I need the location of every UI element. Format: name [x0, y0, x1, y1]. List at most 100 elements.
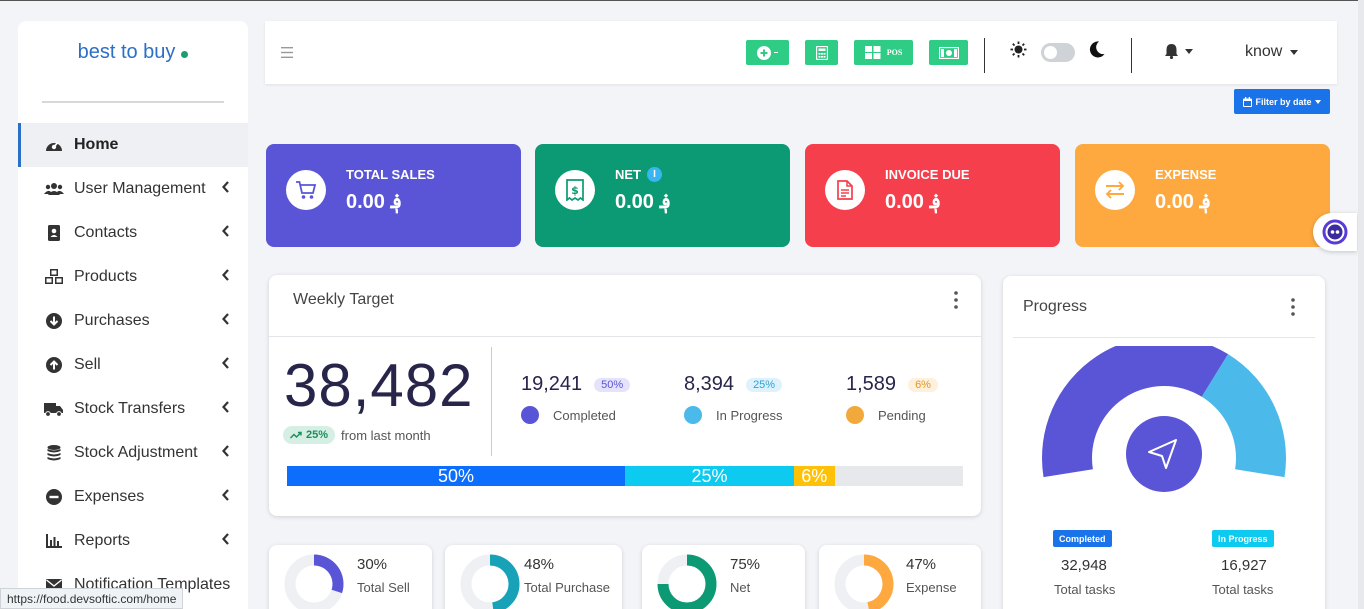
donut-arc [489, 554, 520, 609]
donut-net [657, 554, 717, 609]
gauge-center [1126, 416, 1202, 492]
sidebar-item-label: Stock Adjustment [74, 444, 198, 461]
caret-down-icon [1290, 49, 1299, 55]
stat-card-net[interactable]: $ NET i 0.00 ؋ [535, 144, 790, 247]
weekly-target-card: Weekly Target 38,482 25% from last month… [269, 275, 981, 516]
stat-value: 0.00 ؋ [615, 191, 672, 213]
dropdown-indicator [774, 52, 778, 53]
dashboard-icon [44, 135, 64, 155]
trending-up-icon [290, 431, 302, 439]
brand[interactable]: best to buy [18, 21, 248, 83]
sidebar-item-label: Expenses [74, 488, 145, 505]
mini-card-total-sell: 30% Total Sell [269, 545, 432, 609]
trend-row: 25% from last month [283, 426, 431, 444]
money-bill-icon [938, 46, 959, 59]
trend-value: 25% [306, 429, 329, 441]
window-top-edge [0, 0, 1364, 1]
sidebar-item-label: Purchases [74, 312, 150, 329]
users-icon [44, 179, 64, 199]
cash-register-button[interactable] [929, 40, 968, 65]
stat-label: EXPENSE [1155, 167, 1217, 182]
mini-pct: 47% [906, 556, 937, 573]
sidebar-item-user-management[interactable]: User Management [18, 167, 248, 211]
legend-dot [846, 406, 864, 424]
sidebar-item-home[interactable]: Home [18, 123, 248, 167]
stat-value: 0.00 ؋ [1155, 191, 1212, 213]
sidebar-item-expenses[interactable]: Expenses [18, 475, 248, 519]
sidebar-item-sell[interactable]: Sell [18, 343, 248, 387]
stat-label: INVOICE DUE [885, 167, 970, 182]
caret-down-icon [1185, 48, 1193, 54]
filter-by-date-button[interactable]: Filter by date [1234, 89, 1330, 114]
theme-toggle[interactable] [1041, 43, 1075, 62]
in-progress-badge: In Progress [1212, 530, 1274, 547]
user-menu[interactable]: know [1245, 43, 1299, 61]
chevron-left-icon [222, 313, 229, 325]
stat-card-total-sales[interactable]: TOTAL SALES 0.00 ؋ [266, 144, 521, 247]
brand-status-dot [181, 50, 189, 58]
pos-button[interactable]: POS [854, 40, 913, 65]
stat-label-row: NET i [615, 167, 662, 182]
completed-badge: Completed [1053, 530, 1112, 547]
add-dropdown-button[interactable] [746, 40, 789, 65]
sidebar-item-label: Home [74, 136, 119, 153]
chevron-left-icon [222, 489, 229, 501]
donut-expense [834, 554, 894, 609]
sidebar-item-purchases[interactable]: Purchases [18, 299, 248, 343]
metric-pct: 25% [746, 377, 783, 392]
bot-face-icon [1322, 219, 1348, 245]
progress-gauge [1042, 346, 1286, 503]
sidebar-item-contacts[interactable]: Contacts [18, 211, 248, 255]
hamburger-menu-icon[interactable] [281, 45, 293, 63]
metric-value: 19,241 [521, 373, 583, 395]
legend-dot [684, 406, 702, 424]
stat-card-invoice-due[interactable]: INVOICE DUE 0.00 ؋ [805, 144, 1060, 247]
address-book-icon [44, 223, 64, 243]
arrow-circle-down-icon [44, 311, 64, 331]
cart-icon [286, 170, 326, 210]
scrollbar-track[interactable] [1358, 0, 1364, 609]
receipt-icon: $ [555, 170, 595, 210]
toolbar-divider [1131, 38, 1132, 73]
kebab-menu-icon[interactable] [1291, 298, 1295, 319]
topbar: POS know [265, 21, 1337, 84]
section-divider [491, 347, 492, 456]
sidebar-item-stock-adjustment[interactable]: Stock Adjustment [18, 431, 248, 475]
trend-text: from last month [341, 427, 431, 443]
truck-icon [44, 399, 64, 419]
weekly-progress-bar: 50% 25% 6% [287, 466, 963, 486]
sidebar-item-label: Stock Transfers [74, 400, 186, 417]
progress-segment-pending: 6% [794, 466, 835, 486]
calendar-icon [1243, 96, 1253, 107]
sun-icon[interactable] [1010, 41, 1027, 58]
info-icon[interactable]: i [647, 167, 662, 182]
progress-segment-completed: 50% [287, 466, 625, 486]
sidebar-item-products[interactable]: Products [18, 255, 248, 299]
moon-icon[interactable] [1089, 41, 1105, 58]
caret-down-icon [1314, 99, 1321, 104]
sidebar-item-reports[interactable]: Reports [18, 519, 248, 563]
mini-card-expense: 47% Expense [819, 545, 981, 609]
mini-label: Total Sell [357, 580, 410, 595]
trend-badge: 25% [283, 426, 336, 444]
card-divider [269, 336, 981, 337]
sidebar-item-label: Products [74, 268, 138, 285]
calculator-button[interactable] [805, 40, 838, 65]
stat-card-expense[interactable]: EXPENSE 0.00 ؋ [1075, 144, 1330, 247]
grid-icon [864, 46, 881, 59]
database-icon [44, 443, 64, 463]
sidebar-item-stock-transfers[interactable]: Stock Transfers [18, 387, 248, 431]
stat-label: TOTAL SALES [346, 167, 435, 182]
sidebar-item-label: User Management [74, 180, 206, 197]
notifications-dropdown[interactable] [1164, 43, 1193, 59]
kebab-menu-icon[interactable] [954, 291, 958, 312]
plus-circle-icon [757, 45, 771, 60]
stat-label: NET [615, 167, 641, 182]
card-divider [1013, 337, 1315, 338]
sidebar-item-label: Reports [74, 532, 131, 549]
toolbar-divider [984, 38, 985, 73]
mini-card-net: 75% Net [642, 545, 805, 609]
chat-widget-button[interactable] [1313, 213, 1357, 251]
donut-total-purchase [460, 554, 520, 609]
cubes-icon [44, 267, 64, 287]
